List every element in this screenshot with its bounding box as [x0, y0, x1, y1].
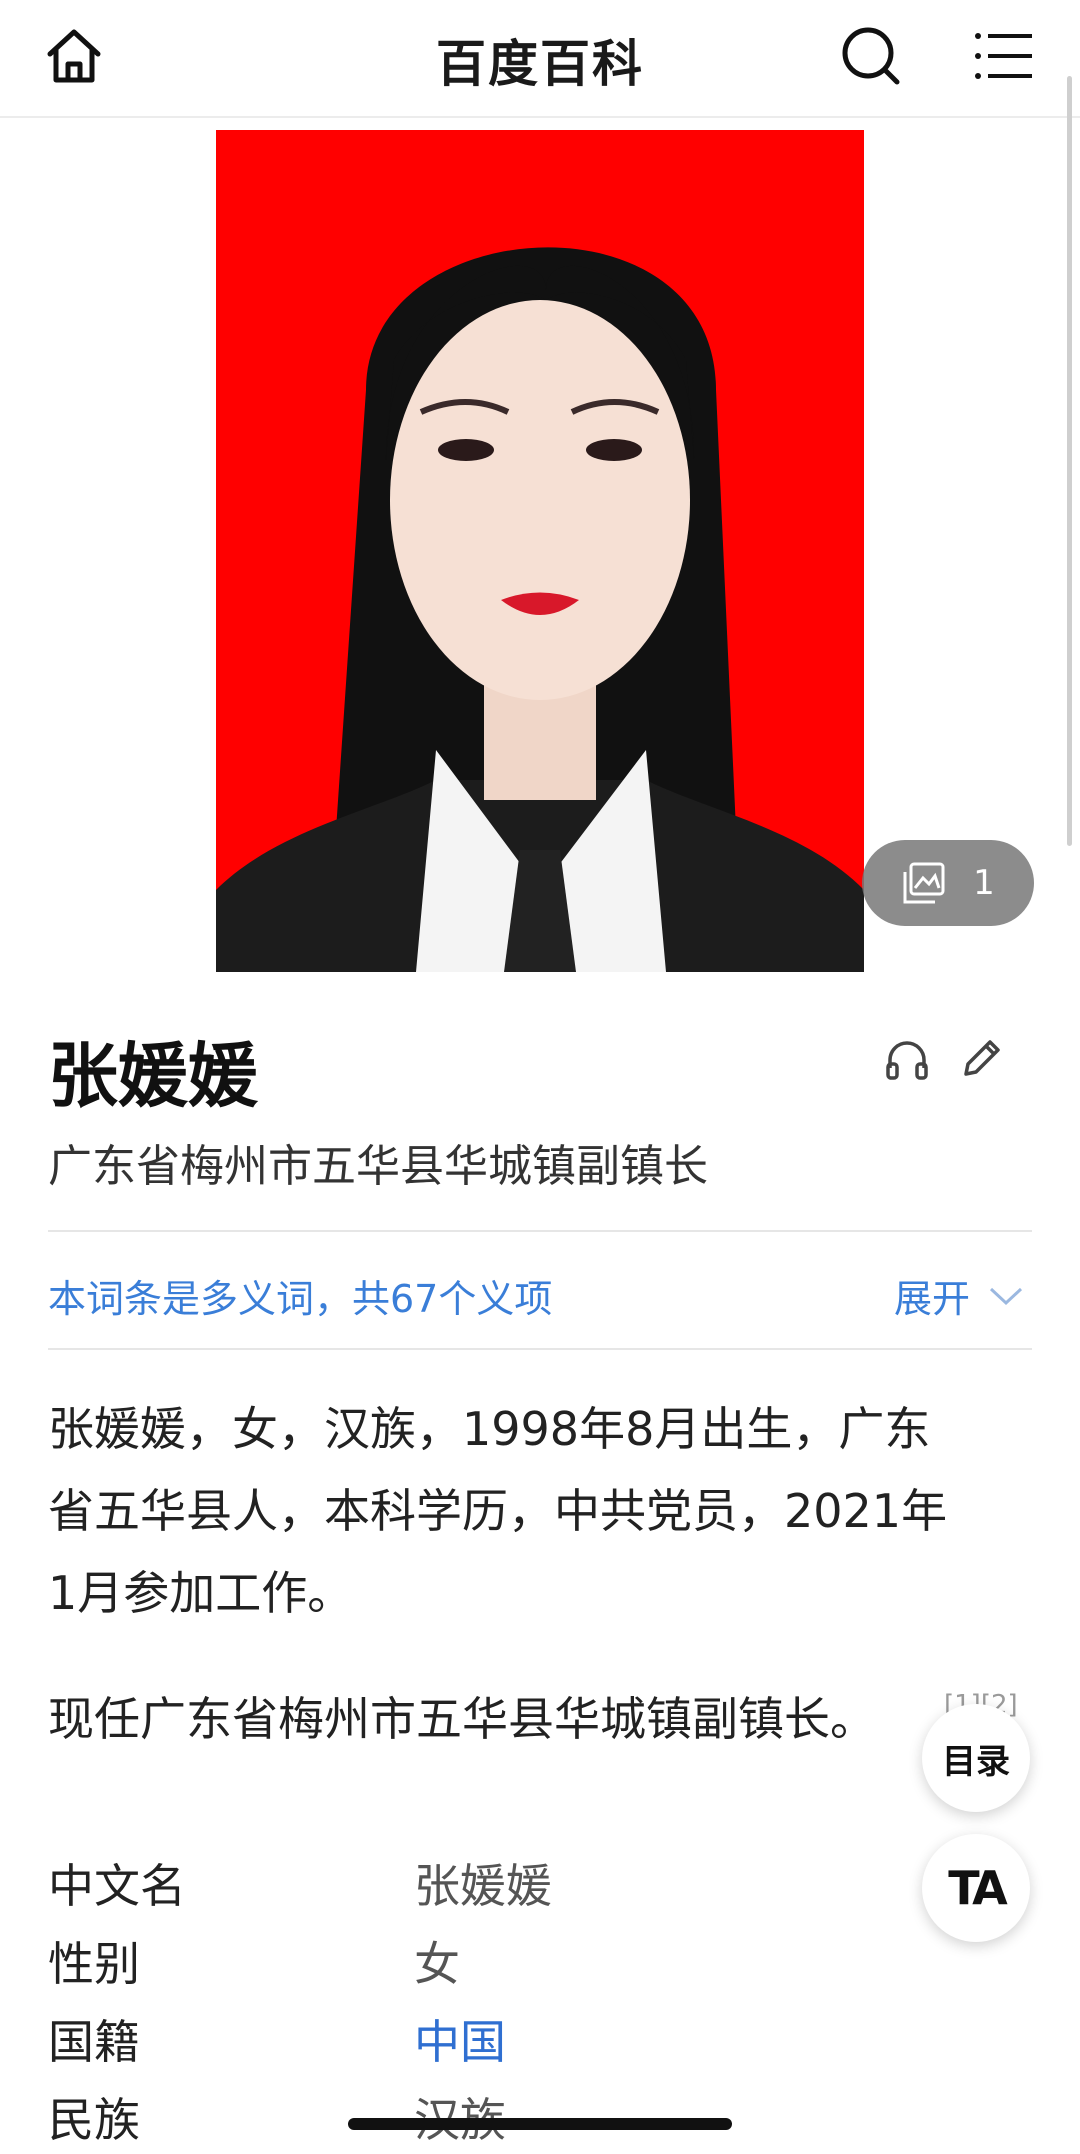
app-title: 百度百科	[436, 35, 644, 93]
edit-pencil-icon[interactable]	[956, 1034, 1006, 1084]
entry-subtitle: 广东省梅州市五华县华城镇副镇长	[48, 1141, 708, 1192]
ta-label: TA	[948, 1861, 1007, 1915]
polysemy-link[interactable]: 本词条是多义词，共67个义项	[48, 1268, 552, 1323]
info-key: 性别	[48, 1937, 140, 1991]
info-value-link[interactable]: 中国	[414, 2006, 506, 2072]
info-key: 中文名	[48, 1859, 186, 1913]
toc-label: 目录	[942, 1741, 1010, 1782]
menu-icon[interactable]	[970, 22, 1038, 90]
expand-label: 展开	[894, 1277, 971, 1321]
image-count-badge[interactable]: 1	[862, 840, 1034, 926]
info-value: 汉族	[414, 2084, 506, 2150]
divider	[48, 1230, 1032, 1232]
summary-line: 1月参加工作。	[48, 1566, 354, 1620]
entry-title: 张媛媛	[48, 1035, 258, 1117]
headphones-icon[interactable]	[882, 1034, 932, 1084]
info-row: 国籍 中国	[48, 2006, 948, 2076]
top-navigation-bar: 百度百科	[0, 0, 1080, 118]
current-position-paragraph: 现任广东省梅州市五华县华城镇副镇长。	[48, 1692, 876, 1746]
info-key: 国籍	[48, 2015, 140, 2069]
summary-line: 省五华县人，本科学历，中共党员，2021年	[48, 1484, 948, 1538]
info-key: 民族	[48, 2093, 140, 2147]
summary-line: 张媛媛，女，汉族，1998年8月出生，广东	[48, 1402, 931, 1456]
expand-button[interactable]: 展开	[894, 1268, 1024, 1323]
info-value: 张媛媛	[414, 1859, 552, 1913]
info-value: 女	[414, 1937, 460, 1991]
scrollbar[interactable]	[1067, 76, 1072, 846]
chevron-down-icon	[989, 1287, 1023, 1305]
portrait-photo[interactable]	[216, 130, 864, 972]
gallery-icon	[903, 862, 945, 904]
divider	[48, 1348, 1032, 1350]
table-of-contents-button[interactable]: 目录	[922, 1704, 1030, 1812]
summary-paragraph: 张媛媛，女，汉族，1998年8月出生，广东 省五华县人，本科学历，中共党员，20…	[48, 1388, 1028, 1634]
image-count: 1	[973, 863, 995, 903]
search-icon[interactable]	[836, 22, 904, 90]
info-row: 性别 女	[48, 1928, 948, 1998]
home-indicator[interactable]	[348, 2118, 732, 2130]
info-row: 中文名 张媛媛	[48, 1850, 948, 1920]
